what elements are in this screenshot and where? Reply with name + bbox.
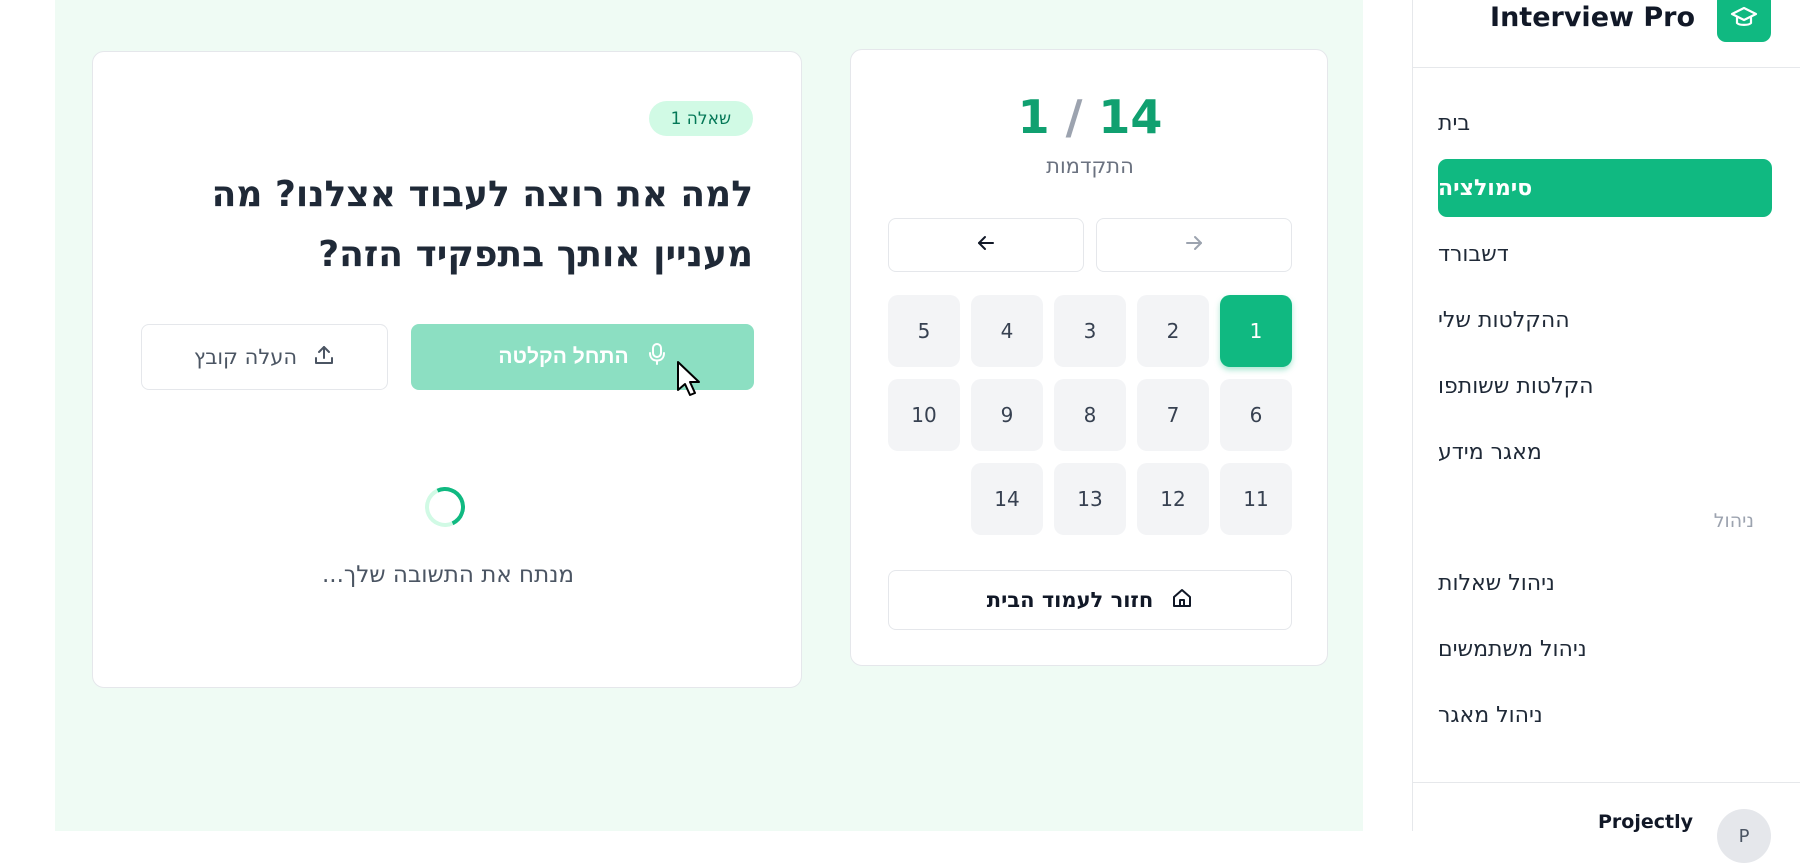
upload-icon — [313, 344, 335, 371]
progress-label: התקדמות — [1046, 154, 1134, 178]
question-number-badge: שאלה 1 — [648, 101, 753, 136]
microphone-icon — [647, 342, 667, 372]
progress-total: 14 — [1098, 90, 1163, 144]
sidebar-item-knowledge-base[interactable]: מאגר מידע — [1438, 423, 1772, 481]
question-nav-3[interactable]: 3 — [1054, 295, 1126, 367]
question-nav-12[interactable]: 12 — [1137, 463, 1209, 535]
question-nav-1[interactable]: 1 — [1220, 295, 1292, 367]
sidebar: Interview Pro בית סימולציה דשבורד ההקלטו… — [1412, 0, 1800, 863]
sidebar-item-manage-questions[interactable]: ניהול שאלות — [1438, 554, 1772, 612]
window-edge — [0, 0, 55, 831]
question-text: למה את רוצה לעבוד אצלנו? מה מעניין אותך … — [211, 174, 753, 275]
sidebar-item-label: דשבורד — [1438, 241, 1509, 267]
home-icon — [1171, 587, 1193, 614]
sidebar-item-label: ניהול מאגר — [1438, 702, 1543, 728]
start-recording-label: התחל הקלטה — [498, 345, 629, 368]
next-question-button[interactable] — [1096, 218, 1292, 272]
brand-title: Interview Pro — [1490, 2, 1695, 33]
sidebar-item-label: ההקלטות שלי — [1438, 307, 1570, 333]
question-nav-5[interactable]: 5 — [888, 295, 960, 367]
progress-counter: 1 / 14 — [851, 90, 1329, 144]
question-nav-10[interactable]: 10 — [888, 379, 960, 451]
question-nav-13[interactable]: 13 — [1054, 463, 1126, 535]
sidebar-footer: Projectly P — [1413, 782, 1800, 863]
sidebar-item-simulation[interactable]: סימולציה — [1438, 159, 1772, 217]
sidebar-item-dashboard[interactable]: דשבורד — [1438, 225, 1772, 283]
sidebar-item-home[interactable]: בית — [1438, 94, 1772, 152]
question-nav-14[interactable]: 14 — [971, 463, 1043, 535]
sidebar-item-label: הקלטות ששותפו — [1438, 373, 1594, 399]
question-nav-7[interactable]: 7 — [1137, 379, 1209, 451]
previous-question-button[interactable] — [888, 218, 1084, 272]
progress-separator: / — [1065, 90, 1083, 144]
sidebar-item-manage-repository[interactable]: ניהול מאגר — [1438, 686, 1772, 744]
analyzing-status: מנתח את התשובה שלך... — [321, 562, 575, 588]
content-gutter — [1363, 0, 1412, 831]
graduation-cap-icon[interactable] — [1717, 0, 1771, 42]
sidebar-section-admin: ניהול — [1713, 510, 1754, 532]
back-to-home-button[interactable]: חזור לעמוד הבית — [888, 570, 1292, 630]
back-to-home-label: חזור לעמוד הבית — [986, 588, 1154, 612]
question-nav-2[interactable]: 2 — [1137, 295, 1209, 367]
question-nav-8[interactable]: 8 — [1054, 379, 1126, 451]
arrow-right-icon — [1183, 232, 1205, 258]
arrow-left-icon — [975, 232, 997, 258]
question-nav-6[interactable]: 6 — [1220, 379, 1292, 451]
user-name: Projectly — [1598, 811, 1693, 833]
sidebar-item-my-recordings[interactable]: ההקלטות שלי — [1438, 291, 1772, 349]
start-recording-button[interactable]: התחל הקלטה — [411, 324, 754, 390]
sidebar-item-label: סימולציה — [1438, 175, 1533, 201]
sidebar-item-shared-recordings[interactable]: הקלטות ששותפו — [1438, 357, 1772, 415]
question-nav-9[interactable]: 9 — [971, 379, 1043, 451]
mouse-cursor-icon — [676, 360, 702, 402]
upload-file-button[interactable]: העלה קובץ — [141, 324, 388, 390]
sidebar-item-label: מאגר מידע — [1438, 439, 1542, 465]
sidebar-item-manage-users[interactable]: ניהול משתמשים — [1438, 620, 1772, 678]
question-nav-11[interactable]: 11 — [1220, 463, 1292, 535]
upload-file-label: העלה קובץ — [193, 345, 298, 369]
loading-spinner-icon — [419, 481, 471, 533]
avatar[interactable]: P — [1717, 809, 1771, 863]
progress-current: 1 — [1017, 90, 1050, 144]
sidebar-item-label: ניהול משתמשים — [1438, 636, 1587, 662]
sidebar-item-label: ניהול שאלות — [1438, 570, 1555, 596]
sidebar-header: Interview Pro — [1413, 0, 1800, 68]
progress-card: 1 / 14 התקדמות 1 2 3 4 5 6 7 8 9 10 11 1… — [850, 49, 1328, 666]
sidebar-item-label: בית — [1438, 110, 1471, 136]
question-nav-4[interactable]: 4 — [971, 295, 1043, 367]
